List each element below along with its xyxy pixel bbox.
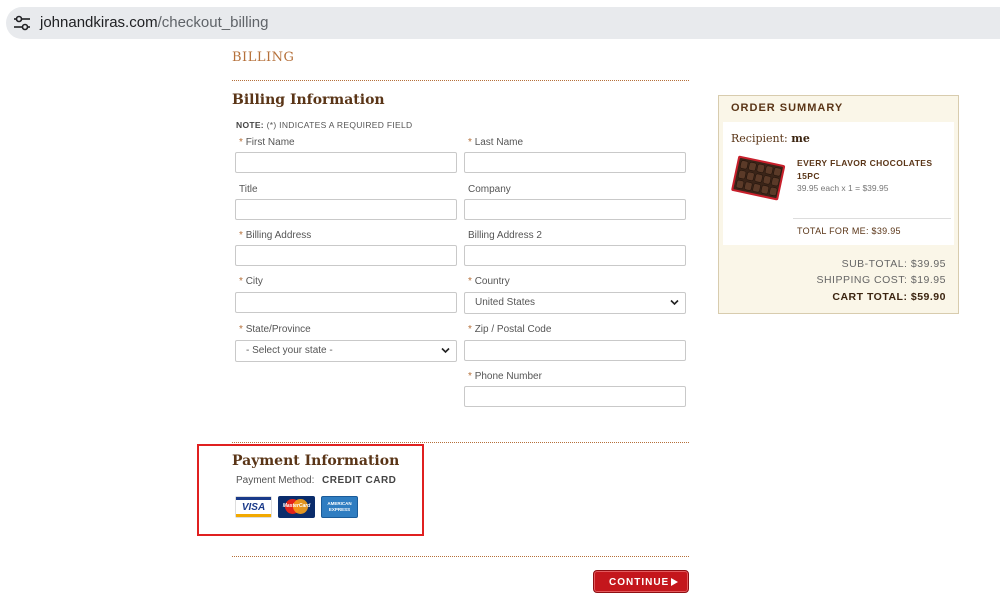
title-input[interactable] <box>235 199 457 220</box>
billing-address-2-label: Billing Address 2 <box>468 230 542 241</box>
subtotal: SUB-TOTAL: $39.95 <box>841 258 946 270</box>
billing-address-2-input[interactable] <box>464 245 686 266</box>
first-name-input[interactable] <box>235 152 457 173</box>
last-name-label-text: Last Name <box>474 137 524 148</box>
required-mark: * <box>239 137 243 148</box>
billing-section-title: Billing Information <box>232 92 385 108</box>
browser-url-bar: johnandkiras.com/checkout_billing <box>0 0 1000 44</box>
required-mark: * <box>239 276 243 287</box>
note-label: NOTE: <box>236 120 264 130</box>
country-label-text: Country <box>474 276 510 287</box>
divider <box>232 556 689 557</box>
required-mark: * <box>239 230 243 241</box>
highlight-box <box>197 444 424 536</box>
chocolate-box-image[interactable] <box>730 154 786 204</box>
divider <box>232 442 689 443</box>
first-name-label: * First Name <box>239 137 295 148</box>
required-mark: * <box>468 371 472 382</box>
divider <box>793 218 951 219</box>
required-note: NOTE: (*) INDICATES A REQUIRED FIELD <box>236 120 412 130</box>
company-label: Company <box>468 184 511 195</box>
city-label: * City <box>239 276 263 287</box>
company-input[interactable] <box>464 199 686 220</box>
required-mark: * <box>468 324 472 335</box>
order-summary-items: Recipient: me EVERY FLAVOR CHOCOLATES 15… <box>723 122 954 245</box>
billing-address-label-text: Billing Address <box>245 230 312 241</box>
continue-label: CONTINUE <box>609 577 670 588</box>
state-select[interactable]: - Select your state - <box>235 340 457 362</box>
state-label-text: State/Province <box>245 324 311 335</box>
required-mark: * <box>468 276 472 287</box>
shipping-cost: SHIPPING COST: $19.95 <box>816 274 946 286</box>
billing-address-input[interactable] <box>235 245 457 266</box>
recipient-name: me <box>791 132 810 145</box>
billing-address-label: * Billing Address <box>239 230 311 241</box>
url-domain: johnandkiras.com <box>40 14 158 31</box>
country-label: * Country <box>468 276 510 287</box>
required-mark: * <box>468 137 472 148</box>
chevron-down-icon <box>441 347 450 354</box>
divider <box>232 80 689 81</box>
state-select-value: - Select your state - <box>246 345 333 356</box>
chevron-down-icon <box>670 299 679 306</box>
order-summary-panel: ORDER SUMMARY Recipient: me EVERY FLAVOR… <box>718 95 959 314</box>
product-name[interactable]: EVERY FLAVOR CHOCOLATES 15PC <box>797 157 947 183</box>
country-select[interactable]: United States <box>464 292 686 314</box>
order-summary-title: ORDER SUMMARY <box>731 102 844 114</box>
city-label-text: City <box>245 276 263 287</box>
state-label: * State/Province <box>239 324 311 335</box>
phone-label: * Phone Number <box>468 371 542 382</box>
city-input[interactable] <box>235 292 457 313</box>
required-mark: * <box>239 324 243 335</box>
phone-input[interactable] <box>464 386 686 407</box>
first-name-label-text: First Name <box>245 137 295 148</box>
recipient-label: Recipient: <box>731 132 788 145</box>
recipient-total: TOTAL FOR ME: $39.95 <box>797 226 901 236</box>
zip-input[interactable] <box>464 340 686 361</box>
cart-total: CART TOTAL: $59.90 <box>832 291 946 303</box>
zip-label-text: Zip / Postal Code <box>474 324 552 335</box>
zip-label: * Zip / Postal Code <box>468 324 551 335</box>
note-text: (*) INDICATES A REQUIRED FIELD <box>266 120 413 130</box>
url-text[interactable]: johnandkiras.com/checkout_billing <box>40 14 268 31</box>
url-path: /checkout_billing <box>157 14 269 31</box>
title-label: Title <box>239 184 258 195</box>
continue-button[interactable]: CONTINUE <box>593 570 689 593</box>
last-name-label: * Last Name <box>468 137 523 148</box>
play-arrow-icon <box>671 578 678 586</box>
phone-label-text: Phone Number <box>474 371 542 382</box>
breadcrumb: BILLING <box>232 50 295 65</box>
recipient: Recipient: me <box>731 132 810 145</box>
country-select-value: United States <box>475 297 536 308</box>
last-name-input[interactable] <box>464 152 686 173</box>
product-price: 39.95 each x 1 = $39.95 <box>797 183 889 193</box>
tune-icon[interactable] <box>13 15 31 31</box>
